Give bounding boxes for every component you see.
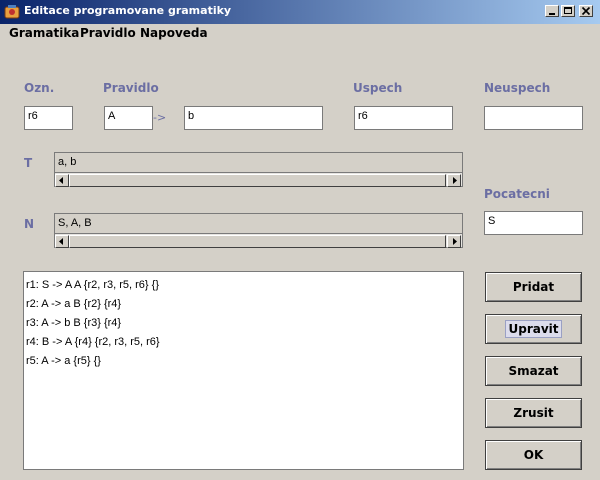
list-item[interactable]: r2: A -> a B {r2} {r4} (26, 295, 461, 314)
ozn-field[interactable]: r6 (24, 106, 73, 130)
scroll-right-icon (453, 177, 457, 184)
neuspech-field[interactable] (484, 106, 583, 130)
scroll-left-icon (59, 177, 63, 184)
rule-arrow: -> (153, 111, 167, 124)
uspech-label: Uspech (353, 81, 403, 95)
app-icon (4, 4, 20, 20)
maximize-button[interactable] (561, 5, 575, 17)
t-scroll-right-button[interactable] (447, 174, 461, 187)
pridat-button-label: Pridat (512, 280, 555, 294)
t-scroll-thumb[interactable] (69, 174, 446, 187)
t-scroll-left-button[interactable] (55, 174, 69, 187)
scroll-left-icon (59, 238, 63, 245)
menu-napoveda[interactable]: Napoveda (140, 26, 208, 40)
upravit-button-label: Upravit (505, 320, 562, 338)
window-title: Editace programovane gramatiky (24, 4, 232, 17)
list-item[interactable]: r1: S -> A A {r2, r3, r5, r6} {} (26, 276, 461, 295)
ok-button[interactable]: OK (485, 440, 582, 470)
list-item[interactable]: r3: A -> b B {r3} {r4} (26, 314, 461, 333)
n-scroll-left-button[interactable] (55, 235, 69, 248)
pocatecni-label: Pocatecni (484, 187, 550, 201)
rules-list[interactable]: r1: S -> A A {r2, r3, r5, r6} {} r2: A -… (23, 271, 464, 470)
t-label: T (24, 156, 33, 170)
n-label: N (24, 217, 35, 231)
pravidlo-label: Pravidlo (103, 81, 159, 95)
menu-gramatika[interactable]: Gramatika (9, 26, 79, 40)
upravit-button[interactable]: Upravit (485, 314, 582, 344)
close-button[interactable] (579, 5, 593, 17)
scroll-right-icon (453, 238, 457, 245)
rule-right-field[interactable]: b (184, 106, 323, 130)
n-scroll-thumb[interactable] (69, 235, 446, 248)
n-field[interactable]: S, A, B (54, 213, 463, 234)
n-scroll-right-button[interactable] (447, 235, 461, 248)
pridat-button[interactable]: Pridat (485, 272, 582, 302)
t-field[interactable]: a, b (54, 152, 463, 173)
pocatecni-field[interactable]: S (484, 211, 583, 235)
rule-left-field[interactable]: A (104, 106, 153, 130)
ozn-label: Ozn. (24, 81, 55, 95)
minimize-button[interactable] (545, 5, 559, 17)
smazat-button-label: Smazat (508, 364, 559, 378)
list-item[interactable]: r5: A -> a {r5} {} (26, 352, 461, 371)
list-item[interactable]: r4: B -> A {r4} {r2, r3, r5, r6} (26, 333, 461, 352)
menu-pravidlo[interactable]: Pravidlo (80, 26, 136, 40)
zrusit-button[interactable]: Zrusit (485, 398, 582, 428)
smazat-button[interactable]: Smazat (485, 356, 582, 386)
uspech-field[interactable]: r6 (354, 106, 453, 130)
neuspech-label: Neuspech (484, 81, 551, 95)
zrusit-button-label: Zrusit (513, 406, 554, 420)
ok-button-label: OK (523, 448, 544, 462)
